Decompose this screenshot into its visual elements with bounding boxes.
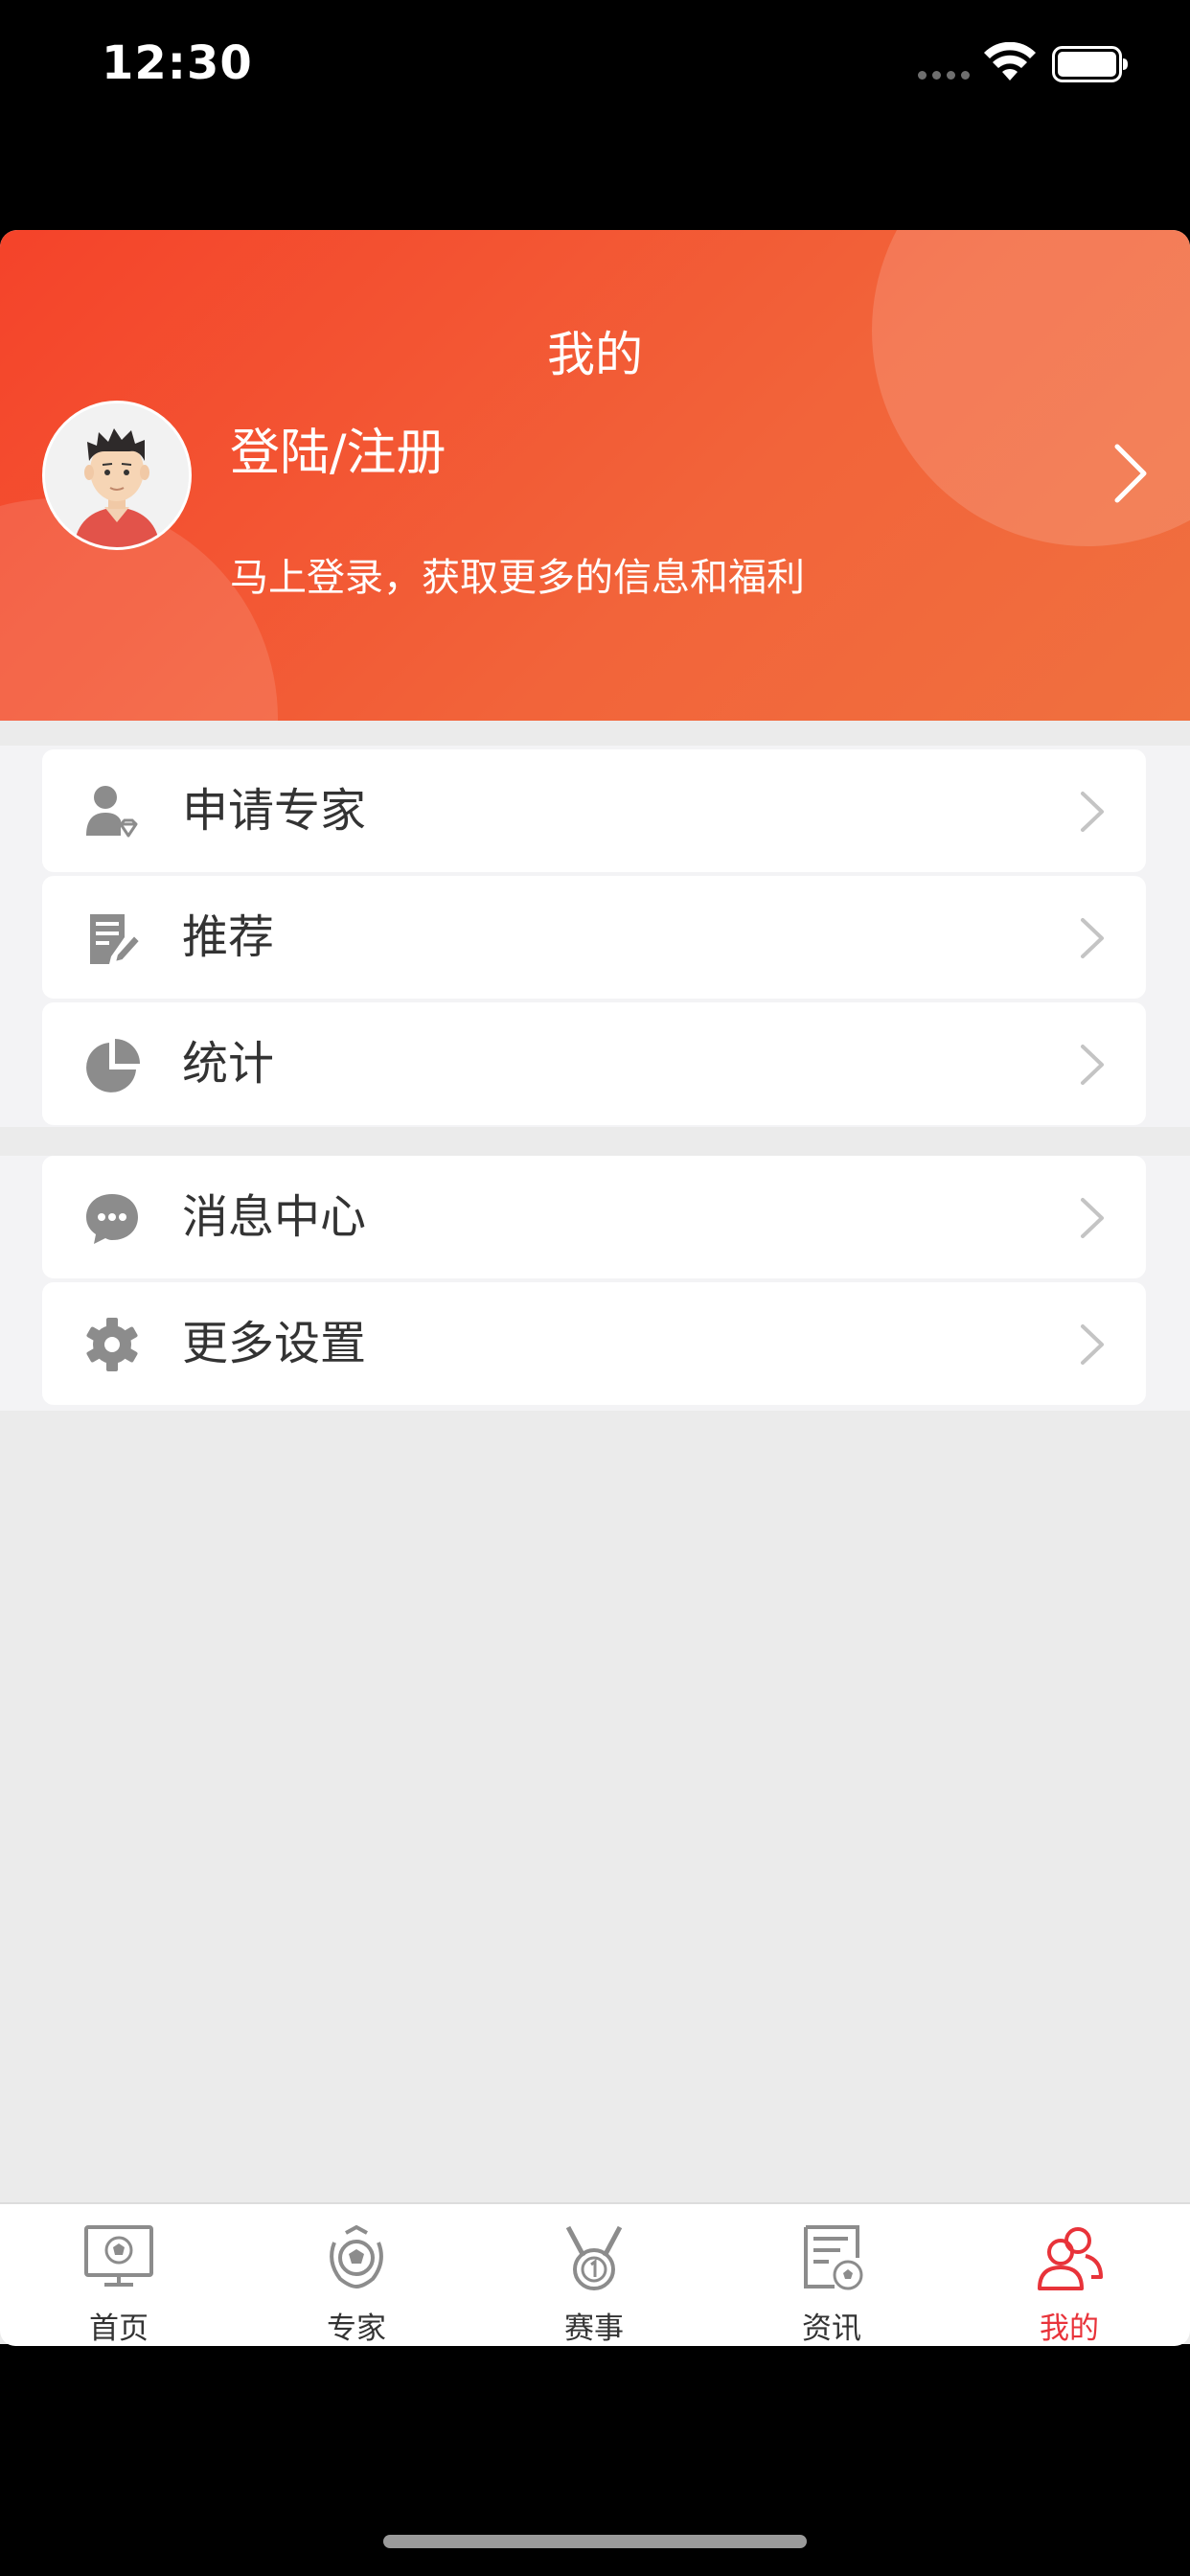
chevron-right-icon	[1081, 792, 1104, 832]
menu-group-secondary: 消息中心 更多设置	[0, 1156, 1190, 1411]
menu-item-label: 申请专家	[182, 784, 367, 838]
menu-item-recommend[interactable]: 推荐	[42, 876, 1146, 999]
chevron-right-icon	[1081, 918, 1104, 958]
menu-item-label: 更多设置	[182, 1317, 367, 1370]
chevron-right-icon[interactable]	[1111, 443, 1150, 504]
menu-item-apply-expert[interactable]: 申请专家	[42, 749, 1146, 872]
profile-header: 我的 登陆/注册 马上登录，获取更多的信息和福利	[0, 230, 1190, 721]
chevron-right-icon	[1081, 1324, 1104, 1365]
battery-icon	[1052, 46, 1128, 82]
menu-group-primary: 申请专家 推荐 统计	[0, 746, 1190, 1127]
login-subtitle: 马上登录，获取更多的信息和福利	[230, 556, 805, 600]
tab-label: 首页	[89, 2312, 149, 2346]
medal-icon	[565, 2225, 623, 2290]
menu-item-more-settings[interactable]: 更多设置	[42, 1282, 1146, 1405]
tab-experts[interactable]: 专家	[238, 2204, 475, 2346]
menu-item-statistics[interactable]: 统计	[42, 1002, 1146, 1125]
tab-label: 我的	[1040, 2312, 1099, 2346]
tab-label: 专家	[327, 2312, 386, 2346]
cellular-signal-icon	[918, 71, 970, 80]
tab-matches[interactable]: 赛事	[475, 2204, 713, 2346]
chevron-right-icon	[1081, 1198, 1104, 1238]
chevron-right-icon	[1081, 1045, 1104, 1085]
gear-icon	[86, 1318, 138, 1371]
menu-item-label: 推荐	[182, 910, 275, 964]
tv-soccer-icon	[84, 2225, 153, 2287]
expert-apply-icon	[86, 786, 138, 838]
laurel-soccer-icon	[330, 2224, 383, 2288]
pie-chart-icon	[86, 1039, 140, 1092]
phone-screen: 12:30 我的 登陆/注册 马上登录，获取更多的信息和福利 申请专家 推荐 统…	[0, 0, 1190, 2576]
tab-home[interactable]: 首页	[0, 2204, 238, 2346]
menu-item-message-center[interactable]: 消息中心	[42, 1156, 1146, 1278]
login-register-link[interactable]: 登陆/注册	[230, 412, 446, 484]
tab-mine[interactable]: 我的	[950, 2204, 1188, 2346]
chat-bubble-icon	[86, 1194, 138, 1244]
wifi-icon	[984, 42, 1036, 80]
home-indicator[interactable]	[383, 2535, 807, 2548]
news-soccer-icon	[804, 2225, 863, 2290]
app-content: 我的 登陆/注册 马上登录，获取更多的信息和福利 申请专家 推荐 统计 消息中心…	[0, 230, 1190, 2344]
avatar[interactable]	[42, 401, 192, 550]
tab-label: 赛事	[564, 2312, 624, 2346]
tab-label: 资讯	[802, 2312, 861, 2346]
page-title: 我的	[547, 327, 643, 382]
status-bar: 12:30	[0, 0, 1190, 134]
menu-item-label: 消息中心	[182, 1190, 367, 1244]
status-time: 12:30	[102, 36, 253, 90]
menu-item-label: 统计	[182, 1037, 275, 1091]
cartoon-avatar-icon	[45, 403, 189, 547]
edit-document-icon	[90, 914, 142, 964]
bottom-tab-bar: 首页 专家 赛事 资讯 我的	[0, 2202, 1190, 2346]
tab-news[interactable]: 资讯	[713, 2204, 950, 2346]
users-icon	[1038, 2227, 1103, 2290]
